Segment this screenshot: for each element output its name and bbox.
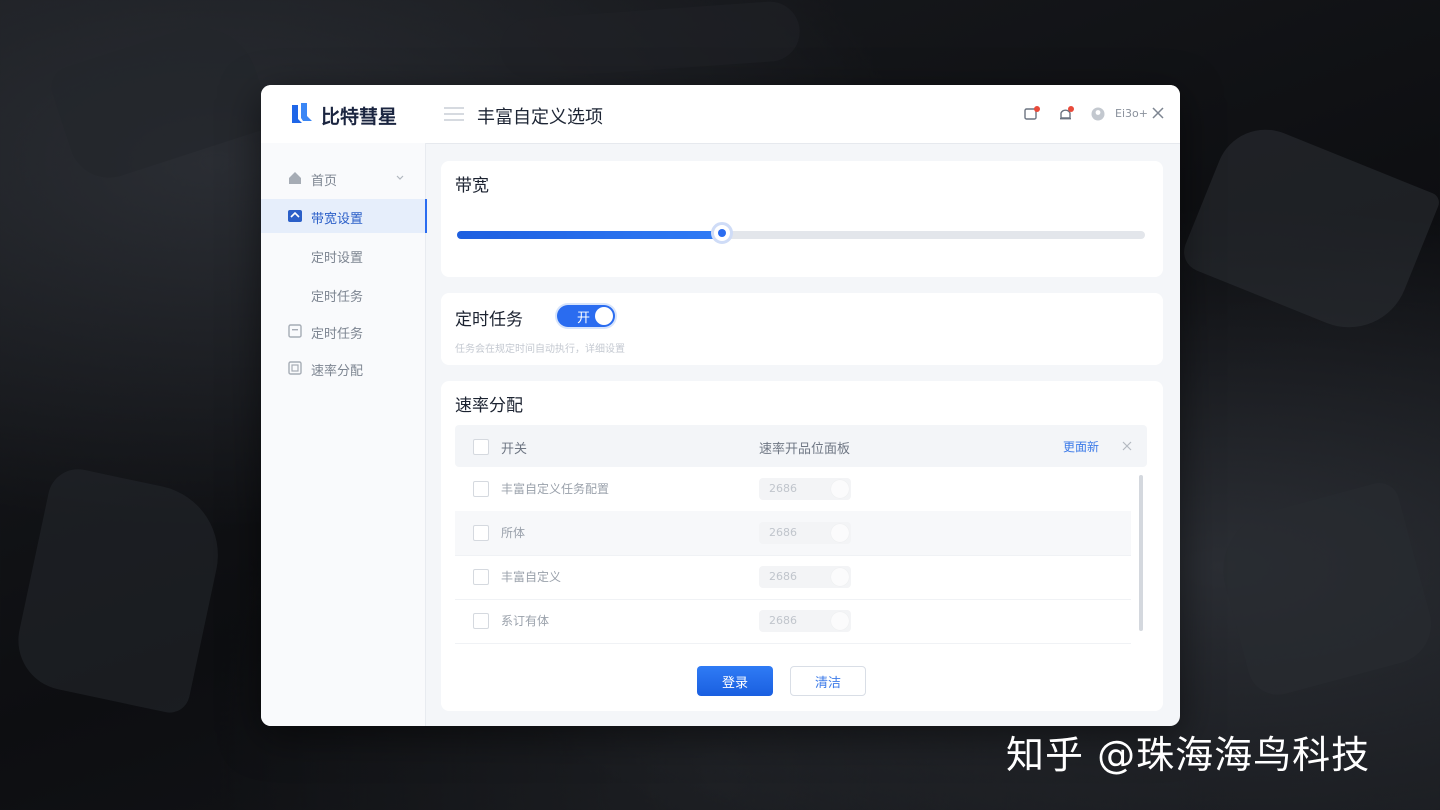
- pill-knob: [831, 568, 849, 586]
- sidebar-item-label: 带宽设置: [311, 212, 364, 227]
- bandwidth-card: 带宽: [441, 161, 1163, 277]
- table-row[interactable]: 所体 2686: [455, 511, 1131, 556]
- row-name: 所体: [501, 526, 526, 540]
- rate-value: 2686: [769, 614, 797, 627]
- login-button[interactable]: 登录: [697, 666, 773, 696]
- column-panel: 速率开品位面板: [759, 442, 851, 457]
- task-icon: [288, 324, 302, 338]
- sidebar-item-label: 定时任务: [311, 327, 364, 342]
- home-icon: [289, 172, 301, 184]
- pill-knob: [831, 524, 849, 542]
- allocation-icon: [288, 361, 302, 375]
- rate-value-toggle[interactable]: 2686: [759, 522, 851, 544]
- bell-icon[interactable]: [1057, 105, 1075, 123]
- rate-allocation-card: 速率分配 开关 速率开品位面板 更面新 丰富自定义任务配置 2686 所体 26…: [441, 381, 1163, 711]
- rate-value: 2686: [769, 482, 797, 495]
- toggle-knob: [595, 307, 613, 325]
- table-row[interactable]: 丰富自定义 2686: [455, 555, 1131, 600]
- rate-value: 2686: [769, 526, 797, 539]
- rock-shape: [9, 463, 231, 717]
- rock-shape: [1209, 478, 1440, 702]
- sidebar-item-label: 首页: [311, 174, 338, 189]
- row-name: 丰富自定义任务配置: [501, 482, 610, 496]
- slider-fill: [457, 231, 722, 239]
- title-bar: 比特彗星 丰富自定义选项 Ei3o+: [261, 85, 1180, 144]
- rate-value-toggle[interactable]: 2686: [759, 610, 851, 632]
- refresh-link[interactable]: 更面新: [1063, 438, 1099, 455]
- sidebar-item-label: 定时设置: [311, 251, 364, 266]
- row-name: 丰富自定义: [501, 570, 562, 584]
- row-checkbox[interactable]: [473, 569, 489, 585]
- rock-shape: [498, 0, 802, 81]
- table-row[interactable]: 系订有体 2686: [455, 599, 1131, 644]
- rate-value-toggle[interactable]: 2686: [759, 566, 851, 588]
- table-header: 开关 速率开品位面板 更面新: [455, 425, 1147, 467]
- schedule-hint: 任务会在规定时间自动执行，详细设置: [455, 344, 625, 355]
- brand-logo-icon: [292, 103, 312, 123]
- schedule-title: 定时任务: [455, 310, 523, 330]
- row-checkbox[interactable]: [473, 481, 489, 497]
- rate-value-toggle[interactable]: 2686: [759, 478, 851, 500]
- row-name: 系订有体: [501, 614, 550, 628]
- sidebar-item-timer-settings[interactable]: 定时设置: [261, 238, 425, 272]
- table-row[interactable]: 丰富自定义任务配置 2686: [455, 467, 1131, 512]
- pill-knob: [831, 480, 849, 498]
- rock-shape: [46, 12, 274, 188]
- rate-title: 速率分配: [455, 396, 523, 416]
- sidebar-item-home[interactable]: 首页: [261, 161, 425, 195]
- column-switch: 开关: [501, 442, 528, 457]
- message-icon[interactable]: [1023, 105, 1041, 123]
- page-title: 丰富自定义选项: [477, 107, 603, 128]
- sidebar-item-bandwidth[interactable]: 带宽设置: [261, 199, 427, 233]
- rock-shape: [1178, 114, 1440, 346]
- select-all-checkbox[interactable]: [473, 439, 489, 455]
- clear-button[interactable]: 清洁: [790, 666, 866, 696]
- chevron-down-icon: [396, 175, 404, 180]
- sidebar-item-rate-allocation[interactable]: 速率分配: [261, 351, 425, 385]
- bandwidth-title: 带宽: [455, 176, 489, 196]
- brand-name: 比特彗星: [321, 106, 398, 128]
- sidebar-item-label: 速率分配: [311, 364, 364, 379]
- slider-thumb[interactable]: [710, 222, 733, 244]
- toggle-label: 开: [577, 311, 591, 326]
- bandwidth-slider[interactable]: [457, 222, 1145, 244]
- watermark: 知乎 @珠海海鸟科技: [1006, 733, 1371, 777]
- pill-knob: [831, 612, 849, 630]
- sidebar-item-label: 定时任务: [311, 290, 364, 305]
- sidebar-item-scheduled-task[interactable]: 定时任务: [261, 314, 425, 348]
- page-icon: [444, 107, 464, 121]
- schedule-toggle[interactable]: 开: [557, 305, 615, 327]
- close-icon[interactable]: [1149, 104, 1167, 122]
- sidebar-item-timer-task[interactable]: 定时任务: [261, 277, 425, 311]
- rate-value: 2686: [769, 570, 797, 583]
- row-checkbox[interactable]: [473, 613, 489, 629]
- row-checkbox[interactable]: [473, 525, 489, 541]
- schedule-card: 定时任务 开 任务会在规定时间自动执行，详细设置: [441, 293, 1163, 365]
- app-window: 比特彗星 丰富自定义选项 Ei3o+ 首页 带宽设置 定时设置 定时任务 定时任…: [261, 85, 1180, 726]
- user-label[interactable]: Ei3o+: [1115, 107, 1148, 120]
- sidebar: 首页 带宽设置 定时设置 定时任务 定时任务 速率分配: [261, 143, 427, 726]
- bandwidth-icon: [288, 210, 302, 222]
- close-icon[interactable]: [1121, 440, 1133, 452]
- user-avatar-icon[interactable]: [1089, 105, 1107, 123]
- table-scrollbar[interactable]: [1139, 475, 1143, 631]
